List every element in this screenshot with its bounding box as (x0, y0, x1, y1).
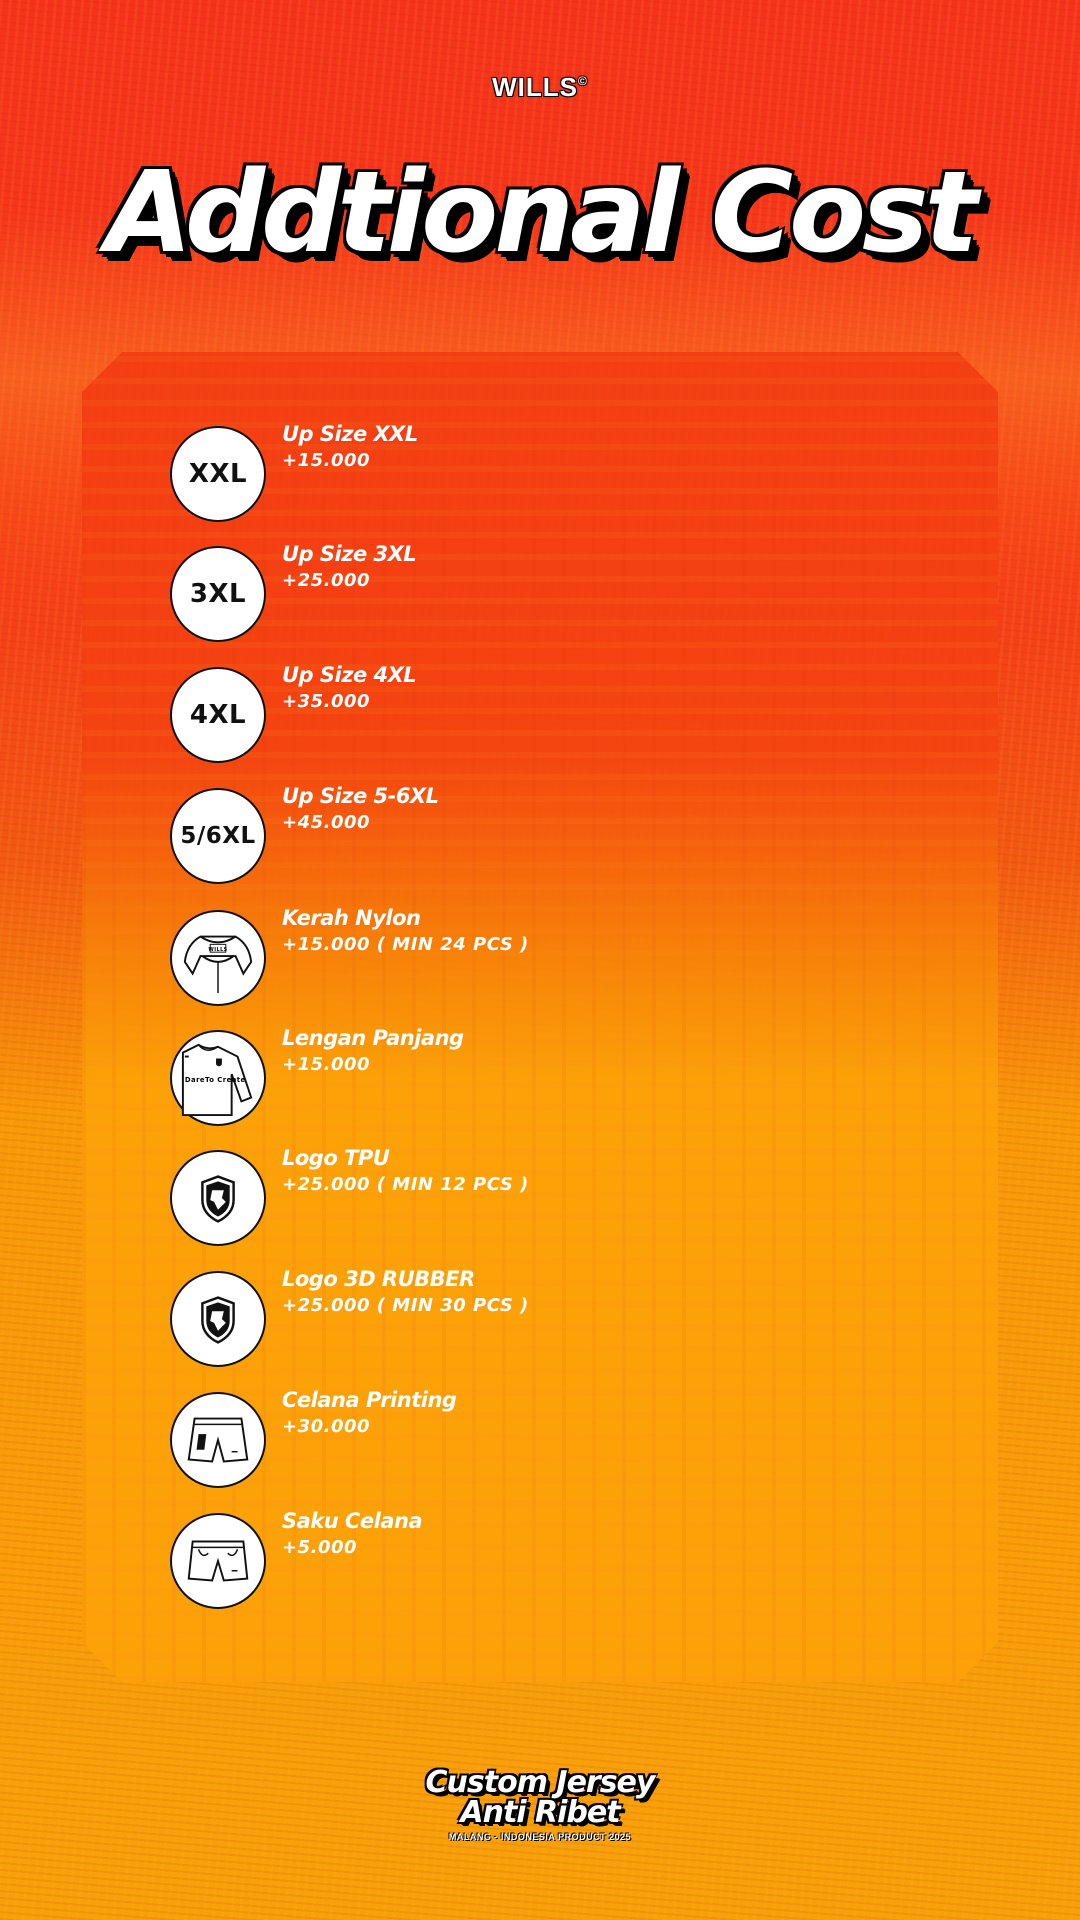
cost-item-label: Celana Printing (282, 1388, 457, 1412)
collar-icon: WILLS (170, 910, 266, 1006)
cost-item-price: +35.000 (282, 691, 371, 712)
footer-slogan-line2: Anti Ribet (460, 1795, 620, 1830)
cost-item-label: Lengan Panjang (282, 1026, 464, 1050)
cost-item-price: +15.000 (282, 450, 371, 471)
brand-logo: WILLS© (0, 72, 1080, 103)
shield-logo-icon (170, 1150, 266, 1246)
cost-item-celana-printing: Celana Printing +30.000 (170, 1388, 890, 1492)
cost-item-label: Logo TPU (282, 1146, 390, 1170)
cost-item-label: Up Size 5-6XL (282, 784, 439, 808)
cost-item-label: Kerah Nylon (282, 906, 421, 930)
collar-tag-text: WILLS (208, 947, 227, 953)
cost-item-price: +45.000 (282, 812, 371, 833)
brand-name: WILLS (492, 72, 579, 102)
cost-item-label: Up Size 3XL (282, 542, 417, 566)
cost-item-price: +30.000 (282, 1416, 371, 1437)
shorts-pocket-icon (170, 1513, 266, 1609)
cost-item-label: Up Size 4XL (282, 663, 417, 687)
footer-tagline: MALANG - INDONESIA PRODUCT 2025 (448, 1832, 632, 1842)
cost-item-label: Logo 3D RUBBER (282, 1267, 475, 1291)
cost-item-label: Up Size XXL (282, 422, 418, 446)
cost-item-5-6xl: 5/6XL Up Size 5-6XL +45.000 (170, 784, 890, 888)
cost-item-4xl: 4XL Up Size 4XL +35.000 (170, 663, 890, 767)
size-badge: 5/6XL (170, 788, 266, 884)
size-badge: 4XL (170, 667, 266, 763)
cost-item-price: +25.000 ( MIN 12 PCS ) (282, 1174, 529, 1195)
cost-item-price: +25.000 ( MIN 30 PCS ) (282, 1295, 529, 1316)
cost-item-3xl: 3XL Up Size 3XL +25.000 (170, 542, 890, 646)
footer-logo: Custom Jersey Anti Ribet MALANG - INDONE… (0, 1765, 1080, 1843)
cost-item-kerah-nylon: WILLS Kerah Nylon +15.000 ( MIN 24 PCS ) (170, 906, 890, 1010)
brand-mark: © (578, 74, 588, 88)
cost-item-logo-3d-rubber: Logo 3D RUBBER +25.000 ( MIN 30 PCS ) (170, 1267, 890, 1371)
cost-item-price: +15.000 (282, 1054, 371, 1075)
shorts-icon (170, 1392, 266, 1488)
jersey-print-text: DareTo Create (185, 1076, 246, 1084)
page-title: Addtional Cost (105, 148, 979, 278)
size-badge: 3XL (170, 546, 266, 642)
shield-logo-icon (170, 1271, 266, 1367)
footer-slogan-line1: Custom Jersey (425, 1765, 656, 1800)
cost-item-logo-tpu: Logo TPU +25.000 ( MIN 12 PCS ) (170, 1146, 890, 1250)
cost-item-xxl: XXL Up Size XXL +15.000 (170, 422, 890, 526)
cost-item-price: +25.000 (282, 570, 371, 591)
size-badge: XXL (170, 426, 266, 522)
cost-item-price: +5.000 (282, 1537, 358, 1558)
cost-item-price: +15.000 ( MIN 24 PCS ) (282, 934, 529, 955)
cost-item-lengan-panjang: DareTo Create Lengan Panjang +15.000 (170, 1026, 890, 1130)
cost-item-saku-celana: Saku Celana +5.000 (170, 1509, 890, 1613)
cost-item-label: Saku Celana (282, 1509, 423, 1533)
long-sleeve-jersey-icon: DareTo Create (170, 1030, 266, 1126)
